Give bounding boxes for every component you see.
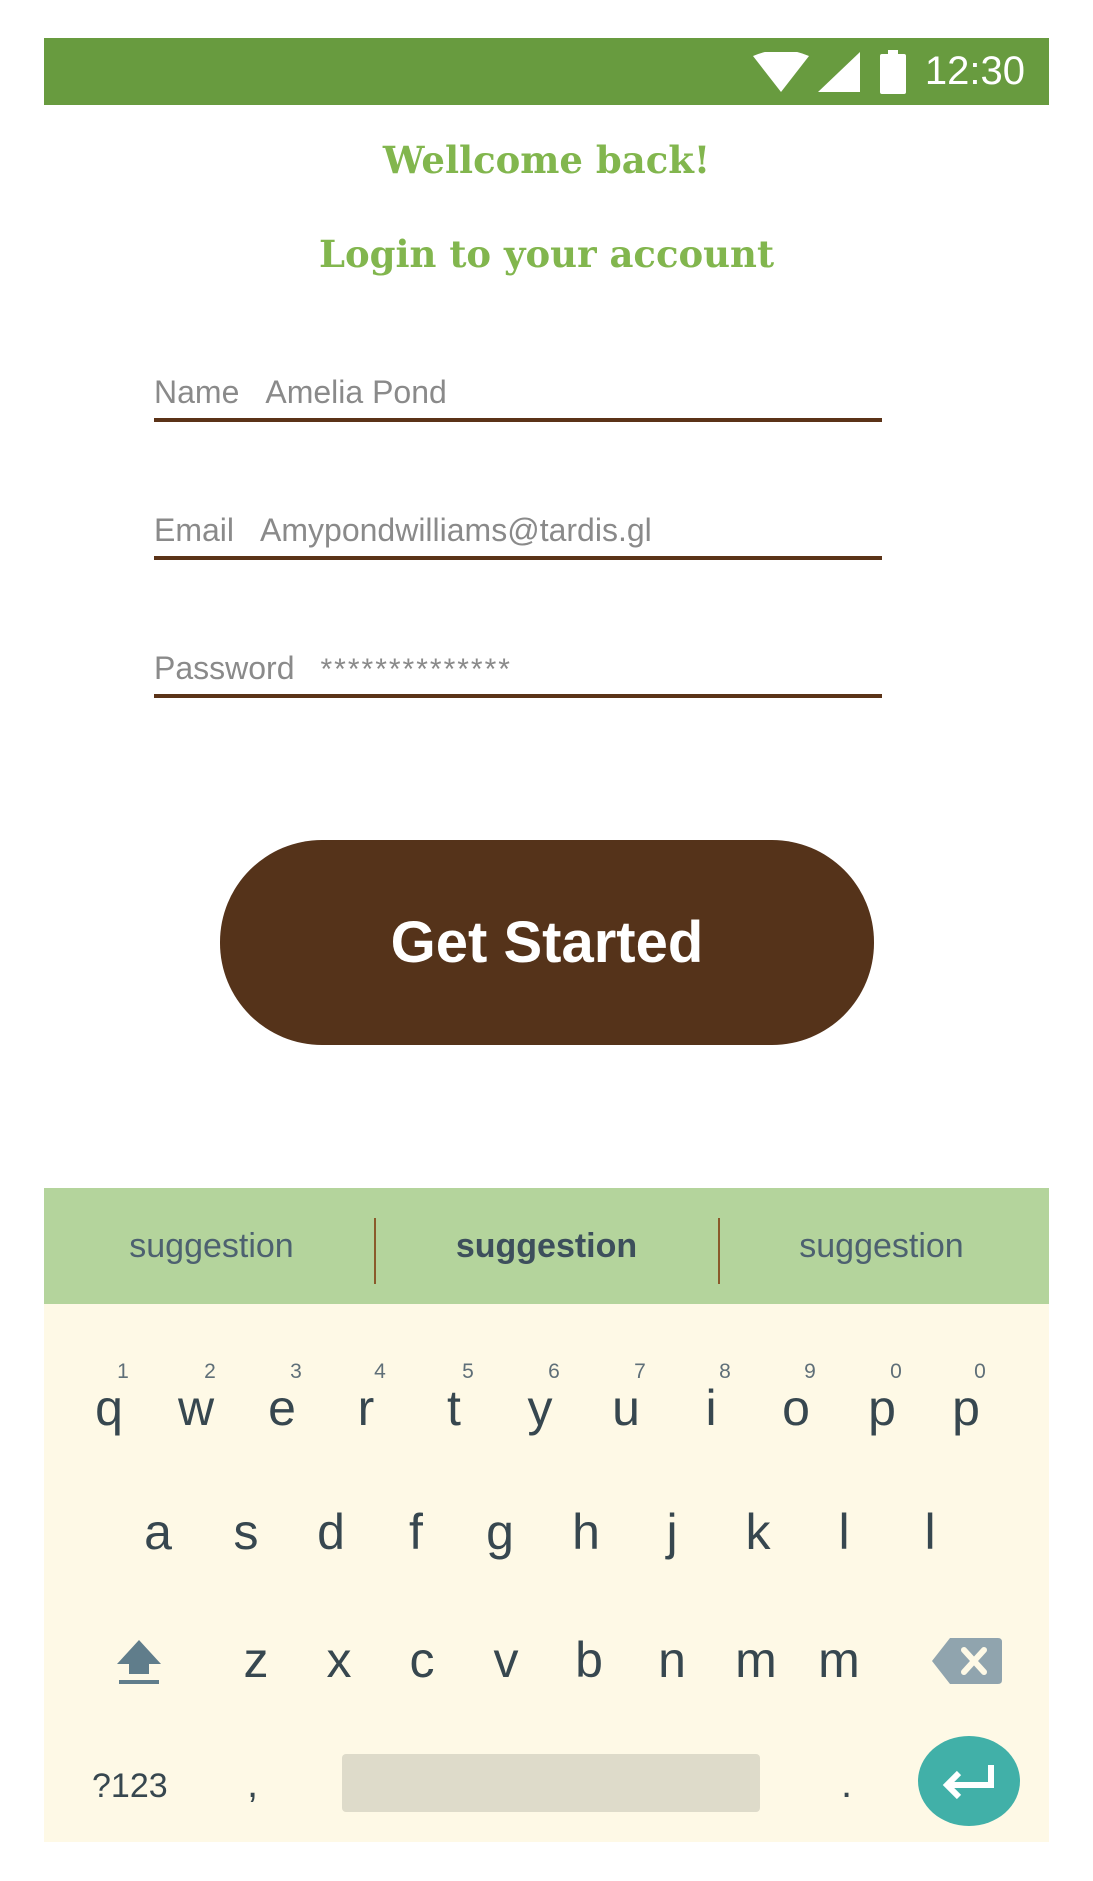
key-hint-4: 4 <box>374 1360 386 1383</box>
battery-icon <box>880 50 906 94</box>
wifi-icon <box>753 52 809 92</box>
key-p[interactable]: p <box>839 1378 925 1438</box>
key-hint-8: 8 <box>719 1360 731 1383</box>
key-x[interactable]: x <box>296 1630 382 1690</box>
suggestion-bar: suggestion suggestion suggestion <box>44 1188 1049 1304</box>
key-m[interactable]: m <box>796 1630 882 1690</box>
suggestion-center[interactable]: suggestion <box>379 1188 714 1304</box>
key-f[interactable]: f <box>373 1502 459 1562</box>
key-k[interactable]: k <box>715 1502 801 1562</box>
email-value: Amypondwilliams@tardis.gl <box>260 512 652 548</box>
suggestion-right[interactable]: suggestion <box>714 1188 1049 1304</box>
suggestion-left[interactable]: suggestion <box>44 1188 379 1304</box>
symbols-key[interactable]: ?123 <box>92 1766 168 1806</box>
key-q[interactable]: q <box>66 1378 152 1438</box>
name-field[interactable]: Name Amelia Pond <box>154 370 882 422</box>
space-bar[interactable] <box>342 1754 760 1812</box>
key-n[interactable]: n <box>629 1630 715 1690</box>
key-u[interactable]: u <box>583 1378 669 1438</box>
status-bar: 12:30 <box>44 38 1049 105</box>
key-hint-0: 0 <box>890 1360 902 1383</box>
password-field[interactable]: Password ************** <box>154 646 882 698</box>
key-hint-5: 5 <box>462 1360 474 1383</box>
key-p[interactable]: p <box>923 1378 1009 1438</box>
key-h[interactable]: h <box>543 1502 629 1562</box>
key-c[interactable]: c <box>379 1630 465 1690</box>
email-label: Email <box>154 512 235 548</box>
key-hint-7: 7 <box>634 1360 646 1383</box>
key-d[interactable]: d <box>288 1502 374 1562</box>
key-l[interactable]: l <box>887 1502 973 1562</box>
key-g[interactable]: g <box>457 1502 543 1562</box>
get-started-button[interactable]: Get Started <box>220 840 874 1045</box>
enter-icon <box>942 1765 994 1799</box>
key-z[interactable]: z <box>213 1630 299 1690</box>
period-key[interactable]: . <box>841 1764 852 1804</box>
name-label: Name <box>154 374 240 410</box>
key-t[interactable]: t <box>411 1378 497 1438</box>
suggestion-divider <box>374 1218 376 1284</box>
key-o[interactable]: o <box>753 1378 839 1438</box>
key-m[interactable]: m <box>713 1630 799 1690</box>
key-j[interactable]: j <box>629 1502 715 1562</box>
key-r[interactable]: r <box>323 1378 409 1438</box>
key-hint-6: 6 <box>548 1360 560 1383</box>
shift-icon[interactable] <box>114 1636 164 1686</box>
key-s[interactable]: s <box>203 1502 289 1562</box>
backspace-icon[interactable] <box>932 1638 1002 1684</box>
key-y[interactable]: y <box>497 1378 583 1438</box>
key-hint-1: 1 <box>117 1360 129 1383</box>
key-l[interactable]: l <box>801 1502 887 1562</box>
key-b[interactable]: b <box>546 1630 632 1690</box>
key-w[interactable]: w <box>153 1378 239 1438</box>
key-i[interactable]: i <box>668 1378 754 1438</box>
key-e[interactable]: e <box>239 1378 325 1438</box>
key-v[interactable]: v <box>463 1630 549 1690</box>
welcome-heading: Wellcome back! <box>382 138 711 182</box>
enter-button[interactable] <box>918 1736 1020 1826</box>
key-hint-0: 0 <box>974 1360 986 1383</box>
keyboard: q1w2e3r4t5y6u7i8o9p0p0 asdfghjkll zxcvbn… <box>44 1304 1049 1842</box>
key-hint-9: 9 <box>804 1360 816 1383</box>
name-value: Amelia Pond <box>265 374 447 410</box>
key-hint-2: 2 <box>204 1360 216 1383</box>
login-subtitle: Login to your account <box>318 232 775 276</box>
key-a[interactable]: a <box>115 1502 201 1562</box>
cell-signal-icon <box>818 52 860 92</box>
status-time: 12:30 <box>924 49 1025 93</box>
comma-key[interactable]: , <box>247 1764 258 1804</box>
key-hint-3: 3 <box>290 1360 302 1383</box>
password-value: ************** <box>320 653 512 686</box>
email-field[interactable]: Email Amypondwilliams@tardis.gl <box>154 508 882 560</box>
password-label: Password <box>154 650 295 686</box>
